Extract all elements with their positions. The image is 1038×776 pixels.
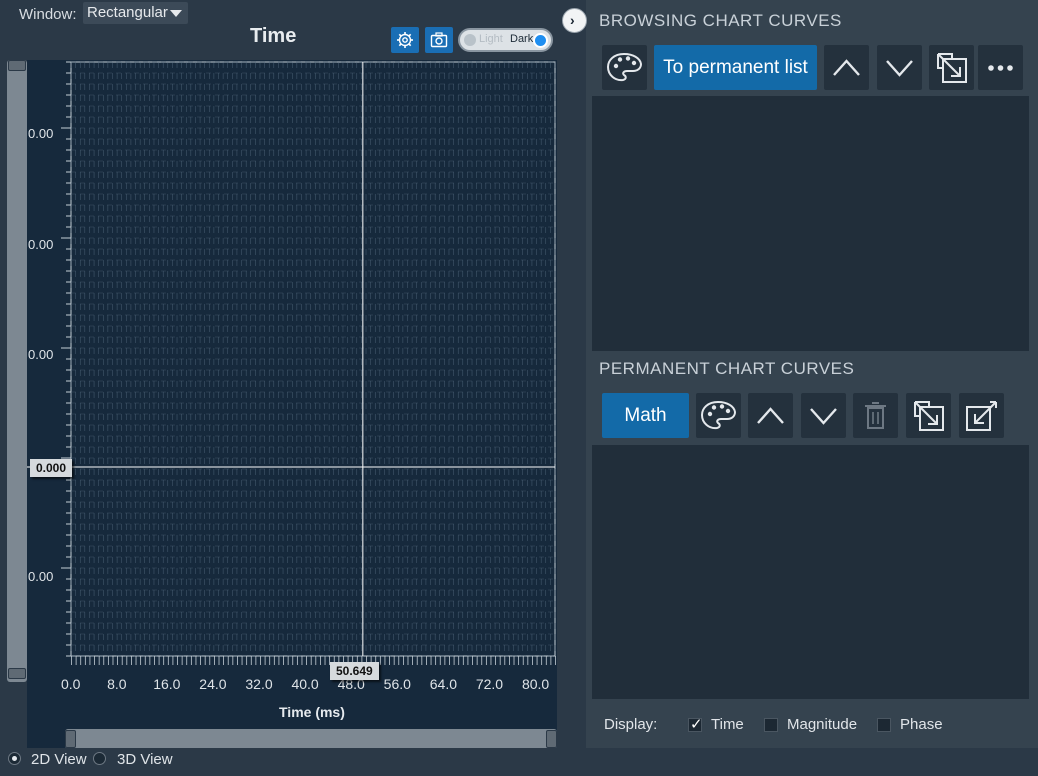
y-tick-label: 0.00 [28, 347, 54, 362]
x-tick-label: 72.0 [475, 676, 504, 692]
import-icon [966, 401, 997, 431]
chevron-down-icon [810, 408, 837, 425]
export-icon [937, 53, 967, 83]
browsing-export-button[interactable] [929, 45, 974, 90]
display-label: Display: [604, 716, 658, 733]
math-button[interactable]: Math [602, 393, 689, 438]
theme-toggle-knob [533, 33, 548, 48]
vertical-scroll-handle-bottom[interactable] [8, 668, 26, 679]
chevron-down-icon [886, 60, 913, 77]
chevron-up-icon [757, 407, 784, 424]
palette-icon [606, 52, 643, 82]
display-magnitude-label[interactable]: Magnitude [787, 716, 857, 733]
theme-dark-label: Dark [510, 33, 534, 45]
x-tick-label: 16.0 [153, 676, 181, 692]
cursor-x-readout: 50.649 [330, 662, 379, 680]
view-3d-radio[interactable] [93, 752, 106, 765]
x-tick-label: 56.0 [383, 676, 411, 692]
chart-settings-button[interactable] [391, 27, 419, 53]
collapse-panel-button[interactable]: › [562, 8, 587, 33]
display-time-checkbox[interactable] [688, 715, 703, 733]
theme-light-label: Light [479, 33, 503, 45]
gear-icon [397, 32, 413, 48]
display-phase-checkbox[interactable] [877, 718, 891, 732]
camera-icon [430, 32, 448, 48]
display-time-label[interactable]: Time [711, 716, 744, 733]
window-select[interactable]: Rectangular [83, 2, 188, 24]
chevron-right-icon: › [570, 12, 575, 28]
x-tick-label: 40.0 [291, 676, 319, 692]
permanent-move-down-button[interactable] [801, 393, 846, 438]
vertical-scrollbar[interactable] [7, 60, 27, 682]
horizontal-scrollbar[interactable] [65, 729, 557, 749]
trash-icon [865, 402, 886, 429]
palette-icon [700, 400, 737, 430]
permanent-import-button[interactable] [959, 393, 1004, 438]
to-permanent-list-button[interactable]: To permanent list [654, 45, 817, 90]
x-axis-label: Time (ms) [279, 704, 345, 720]
y-tick-label: 0.00 [28, 126, 54, 141]
x-tick-label: 80.0 [521, 676, 550, 692]
permanent-curves-list[interactable] [592, 445, 1029, 699]
browsing-move-down-button[interactable] [877, 45, 922, 90]
browsing-more-button[interactable] [978, 45, 1023, 90]
permanent-move-up-button[interactable] [748, 393, 793, 438]
export-icon [914, 401, 944, 431]
browsing-move-up-button[interactable] [824, 45, 869, 90]
chevron-down-icon [170, 10, 182, 17]
permanent-export-button[interactable] [906, 393, 951, 438]
view-2d-radio[interactable] [8, 752, 21, 765]
theme-toggle[interactable]: Light Dark [458, 28, 553, 52]
permanent-section-title: PERMANENT CHART CURVES [599, 359, 855, 378]
permanent-color-button[interactable] [696, 393, 741, 438]
vertical-scroll-handle-top[interactable] [8, 60, 26, 71]
cursor-y-readout: 0.000 [30, 459, 73, 477]
x-tick-label: 32.0 [245, 676, 273, 692]
browsing-curves-list[interactable] [592, 96, 1029, 351]
x-tick-label: 0.0 [61, 676, 81, 692]
chevron-up-icon [833, 59, 860, 76]
x-tick-label: 64.0 [429, 676, 457, 692]
window-select-value: Rectangular [87, 4, 168, 21]
browsing-color-button[interactable] [602, 45, 647, 90]
y-tick-label: 0.00 [28, 569, 54, 584]
browsing-section-title: BROWSING CHART CURVES [599, 11, 842, 30]
display-phase-label[interactable]: Phase [900, 716, 943, 733]
window-label: Window: [19, 6, 77, 23]
view-2d-label[interactable]: 2D View [31, 751, 87, 768]
horizontal-scroll-handle-right[interactable] [546, 730, 557, 748]
permanent-delete-button[interactable] [853, 393, 898, 438]
y-tick-label: 0.00 [28, 237, 54, 252]
x-axis-ticks [71, 656, 556, 665]
view-3d-label[interactable]: 3D View [117, 751, 173, 768]
plot-svg[interactable] [27, 60, 557, 660]
x-tick-label: 8.0 [107, 676, 127, 692]
horizontal-scroll-handle-left[interactable] [65, 730, 76, 748]
display-magnitude-checkbox[interactable] [764, 718, 778, 732]
screenshot-button[interactable] [425, 27, 453, 53]
x-tick-label: 24.0 [199, 676, 227, 692]
more-icon [988, 65, 1013, 71]
chart-title: Time [250, 25, 297, 47]
